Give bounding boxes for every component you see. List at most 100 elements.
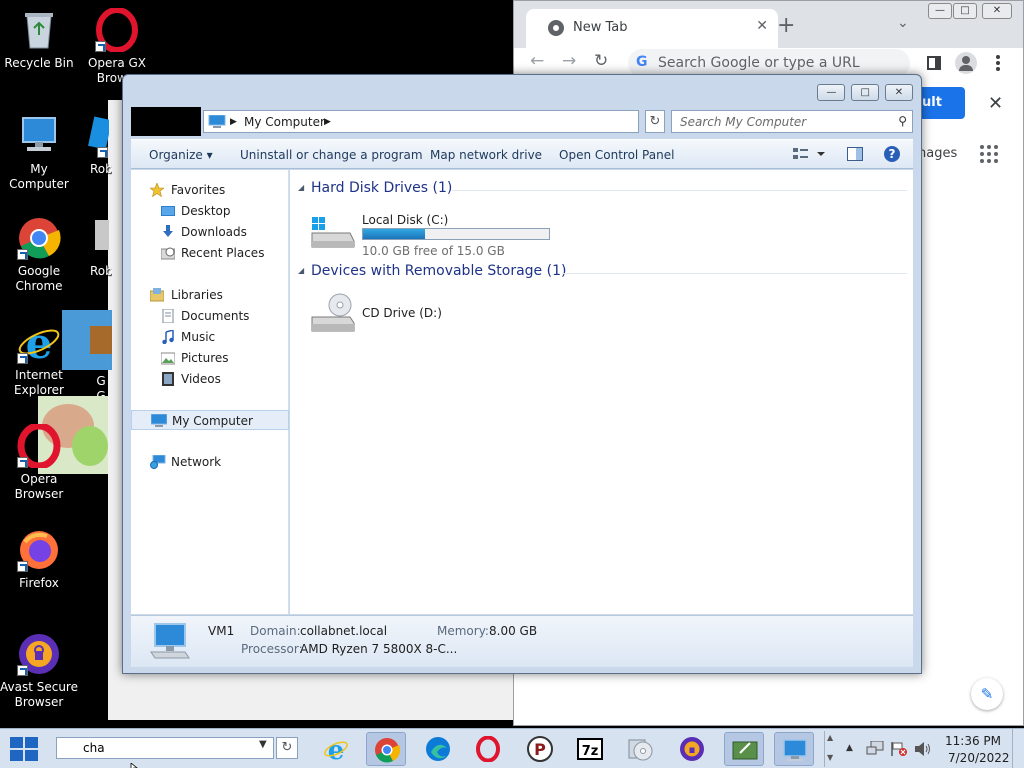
chrome-close-button[interactable]: ✕ <box>982 3 1012 19</box>
change-view-icon[interactable] <box>793 146 825 165</box>
explorer-minimize-button[interactable]: — <box>817 84 846 101</box>
action-center-flag-icon[interactable] <box>890 741 908 760</box>
taskbar-input-dropdown-icon[interactable]: ▼ <box>259 739 267 750</box>
shortcut-arrow-icon <box>95 41 106 52</box>
taskbar-scroll[interactable]: ▲ ▼ <box>824 731 836 767</box>
customize-pencil-icon[interactable]: ✎ <box>971 678 1003 710</box>
collapse-triangle-icon[interactable]: ◢ <box>298 266 304 275</box>
taskbar-my-computer[interactable] <box>774 732 814 766</box>
desktop-icon-avast-browser[interactable]: Avast Secure Browser <box>0 632 78 710</box>
chrome-maximize-button[interactable]: □ <box>953 3 977 19</box>
images-link[interactable]: nages <box>918 146 957 161</box>
explorer-window-icon <box>732 737 758 763</box>
chrome-tab-new-tab[interactable]: New Tab ✕ <box>526 9 778 48</box>
search-icon[interactable]: ⚲ <box>898 114 907 128</box>
group-header-hard-disk-drives[interactable]: Hard Disk Drives (1) <box>311 180 452 196</box>
drive-cd-d[interactable]: CD Drive (D:) <box>310 293 570 333</box>
desktop-icon-recycle-bin[interactable]: Recycle Bin <box>0 8 78 71</box>
nav-desktop[interactable]: Desktop <box>131 201 289 221</box>
explorer-window-controls: — □ ✕ <box>815 84 913 101</box>
new-tab-button[interactable]: + <box>777 13 795 38</box>
open-control-panel-button[interactable]: Open Control Panel <box>559 148 674 162</box>
cd-drive-icon <box>310 293 356 332</box>
tab-search-chevron-icon[interactable]: ⌄ <box>897 15 909 31</box>
nav-documents[interactable]: Documents <box>131 306 289 326</box>
chrome-menu-icon[interactable] <box>996 55 1000 71</box>
breadcrumb-my-computer[interactable]: My Computer <box>244 115 325 129</box>
forward-arrow-icon[interactable]: → <box>562 51 576 71</box>
desktop-icon-opera-browser[interactable]: Opera Browser <box>0 422 78 502</box>
roblox-icon <box>65 114 112 158</box>
desktop-icon-roblox-studio[interactable]: Roblo <box>62 216 112 279</box>
computer-icon <box>782 737 808 763</box>
memory-label: Memory: <box>437 624 489 638</box>
nav-network[interactable]: Network <box>131 452 289 472</box>
map-network-drive-button[interactable]: Map network drive <box>430 148 542 162</box>
avast-secure-browser-icon <box>679 736 705 762</box>
nav-music[interactable]: Music <box>131 327 289 347</box>
clock-date[interactable]: 7/20/2022 <box>948 751 1010 765</box>
group-header-removable-storage[interactable]: Devices with Removable Storage (1) <box>311 263 566 279</box>
7zip-icon: 7z <box>577 736 603 762</box>
breadcrumb-arrow-icon[interactable]: ▶ <box>324 117 331 127</box>
google-apps-icon[interactable] <box>980 145 998 163</box>
nav-my-computer[interactable]: My Computer <box>131 410 289 430</box>
taskbar-google-chrome[interactable] <box>366 732 406 766</box>
taskbar-edge[interactable] <box>418 732 458 766</box>
omnibox[interactable]: G Search Google or type a URL <box>628 49 910 77</box>
taskbar-explorer-window[interactable] <box>724 732 764 766</box>
start-button-windows-icon[interactable] <box>10 737 40 761</box>
opera-icon <box>17 422 61 470</box>
taskbar-opera[interactable] <box>468 732 508 766</box>
desktop-icon-roblox[interactable]: Roblo <box>62 114 112 177</box>
nav-favorites[interactable]: Favorites <box>131 180 289 200</box>
desktop-icon-label: Opera Browser <box>14 472 64 501</box>
banner-default-button[interactable]: ult <box>920 87 965 119</box>
taskbar-disc-tool[interactable] <box>620 732 660 766</box>
taskbar-internet-explorer[interactable]: e <box>316 732 356 766</box>
uninstall-program-button[interactable]: Uninstall or change a program <box>240 148 423 162</box>
nav-pictures[interactable]: Pictures <box>131 348 289 368</box>
nav-downloads[interactable]: Downloads <box>131 222 289 242</box>
show-desktop-button[interactable] <box>1012 729 1024 768</box>
back-arrow-icon[interactable]: ← <box>530 51 544 71</box>
tab-close-icon[interactable]: ✕ <box>756 18 768 34</box>
disc-icon <box>627 736 653 762</box>
desktop-folder-icon <box>161 204 175 218</box>
breadcrumb-arrow-icon[interactable]: ▶ <box>230 117 237 127</box>
back-forward-buttons[interactable] <box>131 107 201 136</box>
refresh-icon[interactable]: ↻ <box>645 110 665 133</box>
explorer-maximize-button[interactable]: □ <box>851 84 880 101</box>
nav-recent-places[interactable]: Recent Places <box>131 243 289 263</box>
shortcut-arrow-icon <box>97 147 108 158</box>
desktop-icon-gg[interactable]: G G <box>62 310 112 404</box>
collapse-triangle-icon[interactable]: ◢ <box>298 183 304 192</box>
drive-local-disk-c[interactable]: Local Disk (C:) 10.0 GB free of 15.0 GB <box>310 213 570 261</box>
taskbar-7zip[interactable]: 7z <box>570 732 610 766</box>
organize-button[interactable]: Organize ▾ <box>149 148 213 162</box>
nav-libraries[interactable]: Libraries <box>131 285 289 305</box>
show-hidden-icons-icon[interactable]: ▲ <box>846 743 853 753</box>
preview-pane-icon[interactable] <box>847 146 863 165</box>
volume-icon[interactable] <box>914 741 932 760</box>
chrome-minimize-button[interactable]: — <box>928 3 952 19</box>
desktop-icon-firefox[interactable]: Firefox <box>0 528 78 591</box>
clock-time[interactable]: 11:36 PM <box>945 734 1001 748</box>
reload-icon[interactable]: ↻ <box>594 51 608 71</box>
taskbar-go-icon[interactable]: ↻ <box>276 737 298 759</box>
taskbar-address-input[interactable]: cha <box>56 737 274 759</box>
network-tray-icon[interactable] <box>866 740 884 760</box>
address-input[interactable]: ▶ My Computer ▶ ▼ <box>203 110 710 133</box>
banner-close-icon[interactable]: ✕ <box>988 93 1003 114</box>
taskbar-app-p[interactable]: P <box>520 732 560 766</box>
gg-image-icon <box>62 310 112 370</box>
nav-videos[interactable]: Videos <box>131 369 289 389</box>
taskbar-avast-browser[interactable] <box>672 732 712 766</box>
profile-avatar-icon[interactable] <box>955 52 977 74</box>
explorer-close-button[interactable]: ✕ <box>885 84 913 101</box>
side-panel-icon[interactable] <box>927 56 941 70</box>
explorer-command-bar: Organize ▾ Uninstall or change a program… <box>131 139 913 169</box>
explorer-title-bar[interactable]: — □ ✕ <box>123 75 921 105</box>
search-input[interactable]: Search My Computer ⚲ <box>671 110 913 133</box>
help-icon[interactable]: ? <box>883 145 901 166</box>
